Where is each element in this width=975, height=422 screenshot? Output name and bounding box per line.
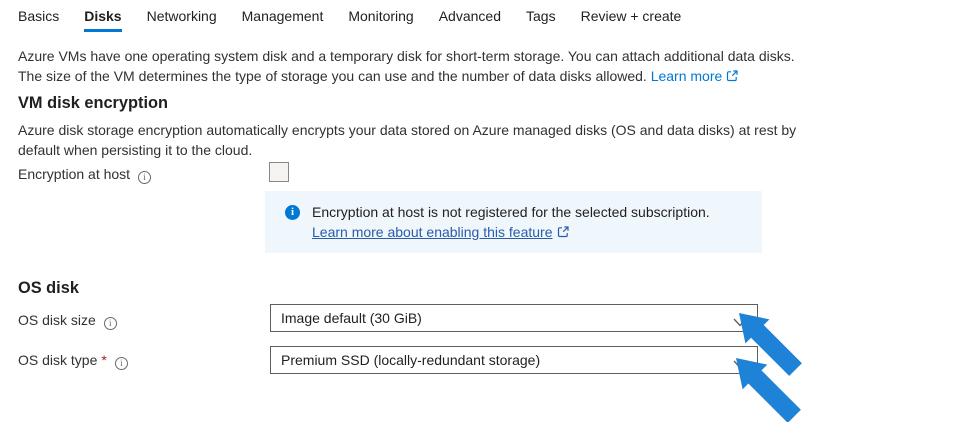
- tab-networking[interactable]: Networking: [147, 8, 217, 32]
- tab-basics[interactable]: Basics: [18, 8, 59, 32]
- tab-disks[interactable]: Disks: [84, 8, 121, 32]
- tab-monitoring[interactable]: Monitoring: [348, 8, 413, 32]
- info-banner: Encryption at host is not registered for…: [265, 191, 762, 253]
- os-disk-type-dropdown[interactable]: Premium SSD (locally-redundant storage): [270, 346, 758, 374]
- info-tooltip-icon[interactable]: [115, 357, 128, 370]
- tab-advanced[interactable]: Advanced: [439, 8, 501, 32]
- info-tooltip-icon[interactable]: [104, 317, 117, 330]
- banner-message: Encryption at host is not registered for…: [312, 204, 710, 220]
- learn-more-link[interactable]: Learn more: [651, 68, 723, 84]
- banner-info-icon: [285, 205, 300, 220]
- annotation-arrow-type-dropdown: [736, 358, 802, 422]
- encryption-description: Azure disk storage encryption automatica…: [18, 120, 796, 160]
- os-disk-heading: OS disk: [18, 279, 79, 298]
- intro-line-1: Azure VMs have one operating system disk…: [18, 48, 795, 64]
- os-disk-size-label-text: OS disk size: [18, 312, 96, 328]
- tab-tags[interactable]: Tags: [526, 8, 556, 32]
- encryption-at-host-label-text: Encryption at host: [18, 166, 130, 182]
- encryption-description-line-2: default when persisting it to the cloud.: [18, 142, 252, 158]
- os-disk-size-value: Image default (30 GiB): [281, 305, 422, 331]
- info-tooltip-icon[interactable]: [138, 171, 151, 184]
- vm-disk-encryption-heading: VM disk encryption: [18, 94, 168, 113]
- tab-review-create[interactable]: Review + create: [581, 8, 682, 32]
- os-disk-type-value: Premium SSD (locally-redundant storage): [281, 347, 540, 373]
- encryption-at-host-checkbox[interactable]: [269, 162, 289, 182]
- external-link-icon: [557, 223, 569, 243]
- encryption-at-host-label: Encryption at host: [18, 164, 151, 184]
- intro-paragraph: Azure VMs have one operating system disk…: [18, 46, 795, 87]
- external-link-icon: [726, 67, 738, 87]
- required-marker: *: [101, 352, 106, 368]
- encryption-description-line-1: Azure disk storage encryption automatica…: [18, 122, 796, 138]
- wizard-tab-bar: Basics Disks Networking Management Monit…: [18, 8, 681, 32]
- os-disk-size-dropdown[interactable]: Image default (30 GiB): [270, 304, 758, 332]
- os-disk-type-label: OS disk type*: [18, 350, 128, 370]
- os-disk-size-label: OS disk size: [18, 310, 117, 330]
- banner-learn-more-link[interactable]: Learn more about enabling this feature: [312, 224, 553, 240]
- tab-management[interactable]: Management: [242, 8, 324, 32]
- intro-line-2: The size of the VM determines the type o…: [18, 68, 647, 84]
- os-disk-type-label-text: OS disk type: [18, 352, 97, 368]
